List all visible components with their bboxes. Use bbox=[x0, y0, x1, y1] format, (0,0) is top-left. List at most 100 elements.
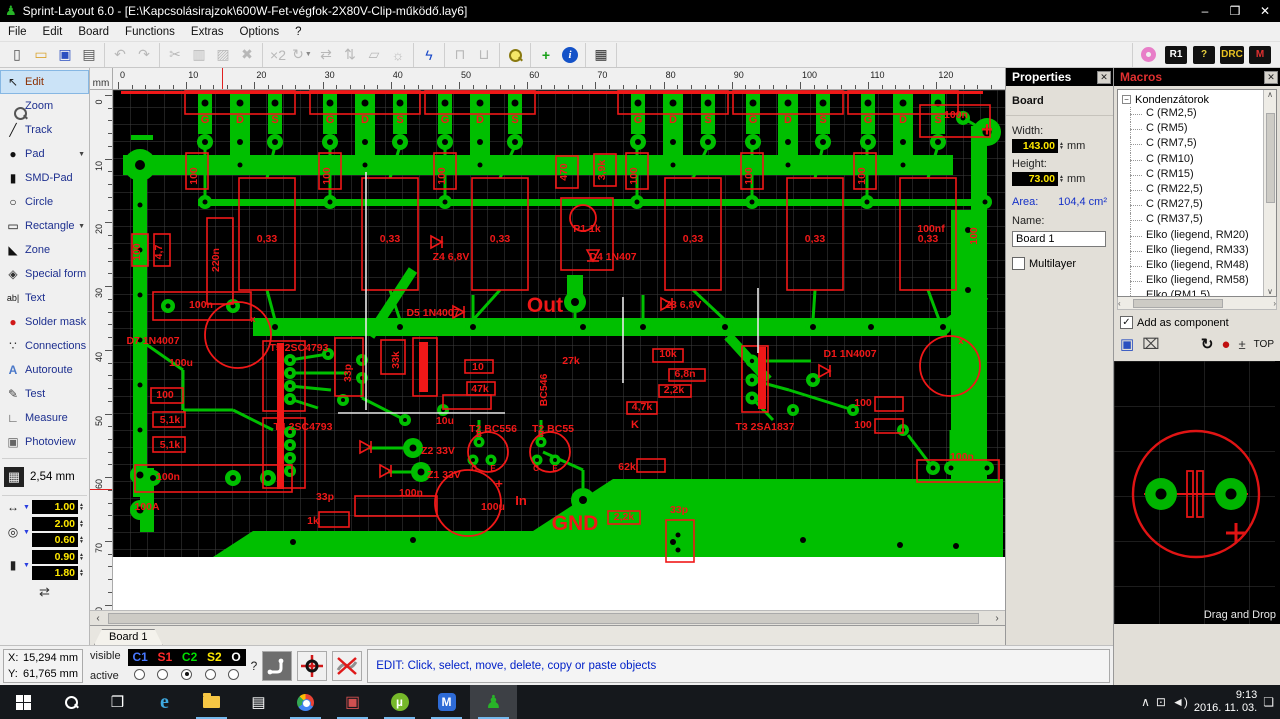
close-button[interactable]: ✕ bbox=[1250, 0, 1280, 22]
flip-board-button[interactable]: ▱ bbox=[362, 44, 386, 66]
spinner-icon[interactable]: ▲ ▼ bbox=[79, 553, 84, 562]
macro-save-icon[interactable]: ▣ bbox=[1120, 335, 1134, 353]
action-center-icon[interactable]: ❏ bbox=[1263, 695, 1274, 709]
macro-item[interactable]: C (RM22,5) bbox=[1122, 182, 1263, 199]
scrollbar-thumb[interactable] bbox=[108, 612, 979, 624]
macro-item[interactable]: C (RM2,5) bbox=[1122, 107, 1263, 123]
layer-help[interactable]: ? bbox=[251, 659, 258, 673]
paste-button[interactable]: ▨ bbox=[211, 44, 235, 66]
print-button[interactable]: ▤ bbox=[77, 44, 101, 66]
layer-c1-radio[interactable] bbox=[133, 668, 145, 680]
undo-button[interactable]: ↶ bbox=[108, 44, 132, 66]
taskbar-icon-task-view[interactable]: ❒ bbox=[94, 685, 141, 719]
sidebar-item-track[interactable]: ╱ Track bbox=[0, 118, 89, 142]
tray-expand-icon[interactable]: ∧ bbox=[1141, 695, 1150, 709]
swap-values-icon[interactable]: ⇄ bbox=[0, 584, 89, 600]
macro-delete-icon[interactable]: ⌧ bbox=[1142, 335, 1159, 353]
rubberband-route-button[interactable]: ϟ bbox=[417, 44, 441, 66]
minimize-button[interactable]: – bbox=[1190, 0, 1220, 22]
sidebar-item-rectangle[interactable]: ▭ Rectangle ▼ bbox=[0, 214, 89, 238]
preset-caret-icon[interactable]: ▼ bbox=[23, 562, 31, 569]
board-tab[interactable]: Board 1 bbox=[94, 629, 163, 645]
board-name-input[interactable] bbox=[1012, 231, 1106, 247]
mirror-vertical-button[interactable]: ⇅ bbox=[338, 44, 362, 66]
layer-s2-radio[interactable] bbox=[204, 668, 216, 680]
layer-s1-radio[interactable] bbox=[157, 668, 169, 680]
macro-item[interactable]: Elko (liegend, RM58) bbox=[1122, 274, 1263, 290]
smd-width-field[interactable]: 0.90 bbox=[32, 550, 78, 564]
board-width-field[interactable]: 143.00 bbox=[1012, 139, 1058, 153]
preset-caret-icon[interactable]: ▼ bbox=[23, 529, 31, 536]
crosshair-button[interactable] bbox=[297, 650, 328, 681]
menu-item-board[interactable]: Board bbox=[70, 24, 117, 40]
rotate-button[interactable]: ↻ ▼ bbox=[290, 44, 314, 66]
new-file-button[interactable]: ▯ bbox=[5, 44, 29, 66]
sidebar-item-autoroute[interactable]: A Autoroute bbox=[0, 358, 89, 382]
layer-o-radio[interactable] bbox=[228, 668, 240, 680]
pad-outer-field[interactable]: 2.00 bbox=[32, 517, 78, 531]
hide-connections-button[interactable] bbox=[332, 650, 363, 681]
pad-drill-field[interactable]: 0.60 bbox=[32, 533, 78, 547]
sidebar-item-zoom[interactable]: Zoom bbox=[0, 94, 89, 118]
sidebar-item-photoview[interactable]: ▣ Photoview bbox=[0, 430, 89, 454]
dropdown-caret-icon[interactable]: ▼ bbox=[78, 151, 85, 158]
photoview-mask-button[interactable] bbox=[1136, 44, 1160, 66]
redo-button[interactable]: ↷ bbox=[132, 44, 156, 66]
scroll-right-arrow[interactable]: › bbox=[989, 613, 1005, 624]
taskbar-icon-chrome[interactable] bbox=[282, 685, 329, 719]
info-button[interactable]: i bbox=[558, 44, 582, 66]
taskbar-icon-store[interactable]: ▤ bbox=[235, 685, 282, 719]
taskbar-icon-search[interactable] bbox=[47, 685, 94, 719]
canvas-horizontal-scrollbar[interactable]: ‹ › bbox=[90, 610, 1005, 625]
lock-button[interactable]: ⊓ bbox=[448, 44, 472, 66]
macro-rotate-icon[interactable]: ↻ bbox=[1201, 335, 1214, 353]
cut-button[interactable]: ✂ bbox=[163, 44, 187, 66]
macro-item[interactable]: C (RM7,5) bbox=[1122, 137, 1263, 153]
menu-item-edit[interactable]: Edit bbox=[35, 24, 71, 40]
sidebar-item-text[interactable]: ab| Text bbox=[0, 286, 89, 310]
multilayer-checkbox[interactable] bbox=[1012, 257, 1025, 270]
sidebar-item-edit[interactable]: ↖ Edit bbox=[0, 70, 89, 94]
sidebar-item-circle[interactable]: ○ Circle bbox=[0, 190, 89, 214]
taskbar-icon-file-explorer[interactable] bbox=[188, 685, 235, 719]
macro-item[interactable]: C (RM15) bbox=[1122, 167, 1263, 184]
pcb-canvas[interactable]: G D S G D S G D S G D S G D S G D S 100n 0,33 0,33 0,33 0,33 0,… bbox=[113, 90, 1005, 610]
menu-item-functions[interactable]: Functions bbox=[117, 24, 183, 40]
menu-item-extras[interactable]: Extras bbox=[183, 24, 232, 40]
macro-tree-root[interactable]: − Kondenzátorok bbox=[1122, 92, 1263, 107]
sidebar-item-solder-mask[interactable]: ● Solder mask bbox=[0, 310, 89, 334]
save-button[interactable]: ▣ bbox=[53, 44, 77, 66]
copy-button[interactable]: ▥ bbox=[187, 44, 211, 66]
menu-item-?[interactable]: ? bbox=[287, 24, 309, 40]
macro-stamp-icon[interactable]: ± bbox=[1238, 337, 1245, 352]
taskbar-icon-layout-file[interactable]: ▣ bbox=[329, 685, 376, 719]
spinner-icon[interactable]: ▲ ▼ bbox=[79, 520, 84, 529]
menu-item-file[interactable]: File bbox=[0, 24, 35, 40]
dropdown-caret-icon[interactable]: ▼ bbox=[78, 223, 85, 230]
add-as-component-checkbox[interactable]: ✓ bbox=[1120, 316, 1133, 329]
snap-crosshair-button[interactable]: + bbox=[534, 44, 558, 66]
network-icon[interactable]: ⊡ bbox=[1156, 695, 1166, 709]
macro-item[interactable]: C (RM10) bbox=[1122, 152, 1263, 168]
width-spinner[interactable]: ▲ ▼ bbox=[1059, 142, 1064, 151]
sidebar-item-smd-pad[interactable]: ▮ SMD-Pad bbox=[0, 166, 89, 190]
taskbar-icon-malwarebytes[interactable]: M bbox=[423, 685, 470, 719]
metal-layer-button[interactable]: M bbox=[1248, 44, 1272, 66]
spinner-icon[interactable]: ▲ ▼ bbox=[79, 503, 84, 512]
taskbar-icon-start[interactable] bbox=[0, 685, 47, 719]
restore-button[interactable]: ❒ bbox=[1220, 0, 1250, 22]
unlock-button[interactable]: ⊔ bbox=[472, 44, 496, 66]
macro-item[interactable]: Elko (liegend, RM20) bbox=[1122, 228, 1263, 244]
menu-item-options[interactable]: Options bbox=[232, 24, 288, 40]
preset-caret-icon[interactable]: ▼ bbox=[23, 504, 31, 511]
drc-check-button[interactable]: DRC bbox=[1220, 44, 1244, 66]
properties-close-icon[interactable]: ✕ bbox=[1097, 70, 1111, 84]
smd-height-field[interactable]: 1.80 bbox=[32, 566, 78, 580]
taskbar-icon-edge[interactable]: e bbox=[141, 685, 188, 719]
r1-component-button[interactable]: R1 bbox=[1164, 44, 1188, 66]
collapse-icon[interactable]: − bbox=[1122, 95, 1131, 104]
delete-button[interactable]: ✖ bbox=[235, 44, 259, 66]
macro-tree-vscrollbar[interactable]: ∧ ∨ bbox=[1263, 90, 1276, 296]
height-spinner[interactable]: ▲ ▼ bbox=[1059, 175, 1064, 184]
macro-item[interactable]: Elko (RM1,5) bbox=[1122, 289, 1263, 296]
